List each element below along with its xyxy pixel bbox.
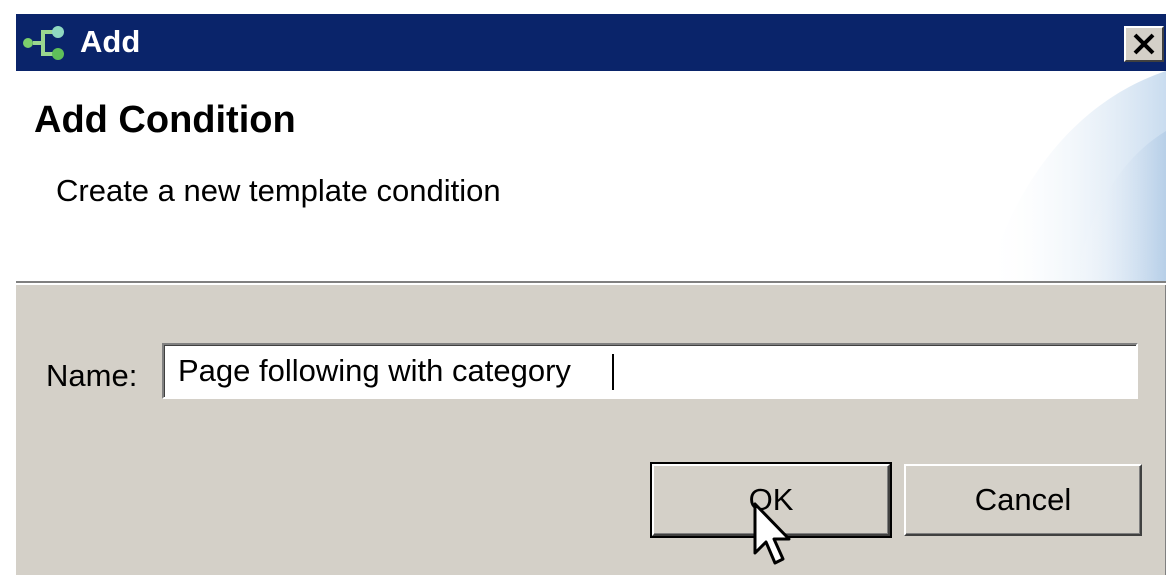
text-caret <box>612 354 614 390</box>
title-bar[interactable]: Add <box>16 14 1166 71</box>
name-label: Name: <box>46 358 138 393</box>
workflow-icon <box>23 26 64 60</box>
name-input[interactable] <box>162 343 1138 399</box>
add-dialog: Add Add Condition Create a new template … <box>14 12 1166 575</box>
banner-title: Add Condition <box>34 99 296 141</box>
window-title: Add <box>80 24 141 59</box>
banner-decoration <box>986 71 1166 281</box>
separator <box>16 281 1166 285</box>
close-button[interactable] <box>1124 26 1164 62</box>
close-icon <box>1133 33 1155 55</box>
banner-description: Create a new template condition <box>56 173 501 208</box>
cancel-button[interactable]: Cancel <box>904 464 1142 536</box>
ok-button[interactable]: OK <box>650 462 892 538</box>
dialog-banner: Add Condition Create a new template cond… <box>16 71 1166 281</box>
